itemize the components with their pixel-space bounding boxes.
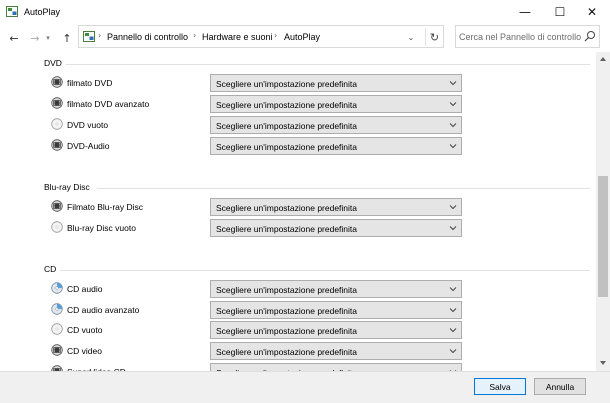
media-type-label: filmato DVD [67,78,113,88]
dropdown-selected-value: Scegliere un'impostazione predefinita [216,100,358,110]
maximize-button[interactable]: ☐ [542,0,578,24]
chevron-down-icon [449,205,457,210]
scrollbar-thumb[interactable] [598,176,608,297]
dropdown-selected-value: Scegliere un'impostazione predefinita [216,326,358,336]
up-button[interactable]: ↑ [58,29,76,47]
media-row-dvd-vuoto: DVD vuoto Scegliere un'impostazione prede… [51,116,471,134]
section-divider [66,64,590,65]
scroll-up-arrow-icon[interactable] [599,56,607,62]
dropdown-selected-value: Scegliere un'impostazione predefinita [216,347,358,357]
blank-disc-icon [51,118,63,130]
dropdown-selected-value: Scegliere un'impostazione predefinita [216,224,358,234]
audio-cd-icon [51,282,63,294]
chevron-down-icon [449,123,457,128]
default-action-dropdown[interactable]: Scegliere un'impostazione predefinita [210,363,462,371]
default-action-dropdown[interactable]: Scegliere un'impostazione predefinita [210,198,462,216]
chevron-down-icon [449,144,457,149]
blank-disc-icon [51,221,63,233]
media-type-label: CD audio avanzato [67,305,140,315]
back-button[interactable]: ← [5,29,23,47]
chevron-down-icon [449,349,457,354]
media-row-cd-vuoto: CD vuoto Scegliere un'impostazione predef… [51,321,471,339]
section-divider [60,270,590,271]
dvd-disc-icon [51,76,63,88]
dropdown-selected-value: Scegliere un'impostazione predefinita [216,203,358,213]
refresh-button[interactable]: ↻ [425,28,443,46]
save-button[interactable]: Salva [474,378,526,395]
address-bar[interactable]: › Pannello di controllo › Hardware e suo… [78,25,444,48]
media-row-supervideo-cd: SuperVideo CDScegliere un'impostazione p… [51,363,471,371]
default-action-dropdown[interactable]: Scegliere un'impostazione predefinita [210,74,462,92]
default-action-dropdown[interactable]: Scegliere un'impostazione predefinita [210,280,462,298]
media-type-label: filmato DVD avanzato [67,99,150,109]
chevron-right-icon: › [193,31,197,40]
dvd-disc-icon [51,344,63,356]
control-panel-icon [6,6,18,17]
section-divider [97,188,590,189]
search-icon[interactable] [584,30,596,42]
dvd-disc-icon [51,200,63,212]
media-row-cd-audio: CD audio Scegliere un'impostazione predef… [51,280,471,298]
media-type-label: DVD-Audio [67,141,110,151]
default-action-dropdown[interactable]: Scegliere un'impostazione predefinita [210,95,462,113]
media-row-dvd-audio: DVD-Audio Scegliere un'impostazione prede… [51,137,471,155]
media-row-filmato-blu-ray-disc: Filmato Blu-ray Disc Scegliere un'imposta… [51,198,471,216]
default-action-dropdown[interactable]: Scegliere un'impostazione predefinita [210,301,462,319]
default-action-dropdown[interactable]: Scegliere un'impostazione predefinita [210,137,462,155]
dropdown-selected-value: Scegliere un'impostazione predefinita [216,285,358,295]
recent-locations-button[interactable]: ▾ [43,29,53,47]
search-input[interactable] [459,29,581,44]
section-title-dvd: DVD [44,58,62,68]
title-bar: AutoPlay — ☐ ✕ [0,0,610,24]
media-row-cd-audio-avanzato: CD audio avanzato Scegliere un'impostazio… [51,301,471,319]
section-title-blu-ray-disc: Blu-ray Disc [44,182,90,192]
control-panel-icon [83,31,95,42]
media-type-label: DVD vuoto [67,120,109,130]
dropdown-selected-value: Scegliere un'impostazione predefinita [216,142,358,152]
breadcrumb-autoplay[interactable]: AutoPlay [284,32,320,42]
media-row-blu-ray-disc-vuoto: Blu-ray Disc vuoto Scegliere un'impostazi… [51,219,471,237]
audio-cd-icon [51,303,63,315]
breadcrumb-control-panel[interactable]: Pannello di controllo [107,32,188,42]
chevron-right-icon: › [98,31,102,40]
default-action-dropdown[interactable]: Scegliere un'impostazione predefinita [210,116,462,134]
search-box[interactable] [455,25,600,48]
chevron-down-icon [449,226,457,231]
forward-button[interactable]: → [26,29,44,47]
dvd-disc-icon [51,139,63,151]
dvd-disc-icon [51,97,63,109]
chevron-down-icon [449,328,457,333]
media-row-cd-video: CD video Scegliere un'impostazione predef… [51,342,471,360]
media-row-filmato-dvd: filmato DVD Scegliere un'impostazione pre… [51,74,471,92]
default-action-dropdown[interactable]: Scegliere un'impostazione predefinita [210,321,462,339]
cancel-button[interactable]: Annulla [534,378,586,395]
footer-bar: Salva Annulla [0,371,610,403]
chevron-down-icon[interactable]: ⌄ [404,30,418,44]
dropdown-selected-value: Scegliere un'impostazione predefinita [216,121,358,131]
chevron-right-icon: › [274,31,278,40]
media-type-label: CD vuoto [67,325,103,335]
breadcrumb-hardware-sound[interactable]: Hardware e suoni [202,32,273,42]
chevron-down-icon [449,102,457,107]
vertical-scrollbar[interactable] [596,52,610,371]
section-title-cd: CD [44,264,57,274]
minimize-button[interactable]: — [507,0,543,24]
media-type-label: CD audio [67,284,103,294]
media-type-label: Filmato Blu-ray Disc [67,202,144,212]
autoplay-settings-list: DVD filmato DVD Scegliere un'impostazione … [0,52,610,371]
media-type-label: Blu-ray Disc vuoto [67,223,136,233]
dropdown-selected-value: Scegliere un'impostazione predefinita [216,79,358,89]
blank-disc-icon [51,323,63,335]
default-action-dropdown[interactable]: Scegliere un'impostazione predefinita [210,342,462,360]
chevron-down-icon [449,308,457,313]
media-type-label: CD video [67,346,102,356]
window-title: AutoPlay [24,7,61,17]
dropdown-selected-value: Scegliere un'impostazione predefinita [216,306,358,316]
chevron-down-icon [449,81,457,86]
close-button[interactable]: ✕ [574,0,610,24]
chevron-down-icon [449,287,457,292]
media-row-filmato-dvd-avanzato: filmato DVD avanzato Scegliere un'imposta… [51,95,471,113]
default-action-dropdown[interactable]: Scegliere un'impostazione predefinita [210,219,462,237]
scroll-down-arrow-icon[interactable] [599,360,607,366]
